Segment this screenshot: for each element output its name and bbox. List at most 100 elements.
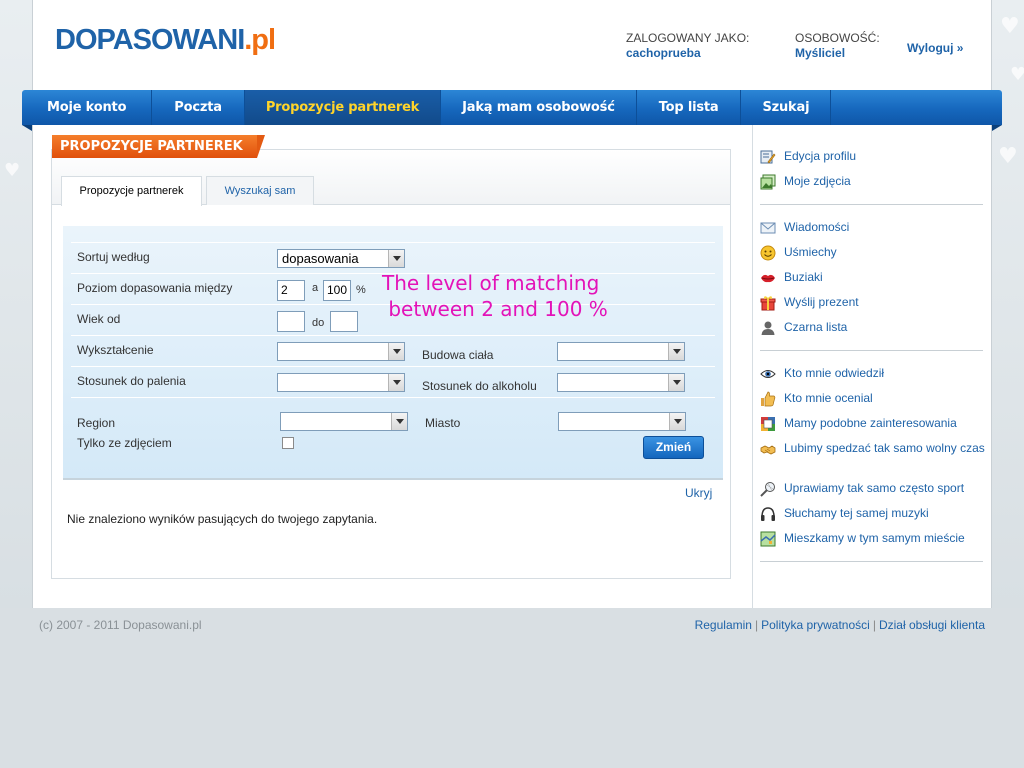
city-label: Miasto xyxy=(425,416,461,430)
heart-decoration-icon: ♥ xyxy=(1010,64,1024,85)
sidebar-item-sport[interactable]: Uprawiamy tak samo często sport xyxy=(760,481,985,497)
nav-top-lista[interactable]: Top lista xyxy=(637,90,742,125)
logout-link[interactable]: Wyloguj » xyxy=(907,41,963,55)
sidebar-item-my-photos[interactable]: Moje zdjęcia xyxy=(760,174,985,190)
divider xyxy=(71,366,715,367)
sidebar-item-smiles[interactable]: Uśmiechy xyxy=(760,245,985,261)
logged-as-label: ZALOGOWANY JAKO: xyxy=(626,31,750,45)
smoking-select[interactable] xyxy=(277,373,405,392)
sidebar-item-label: Mamy podobne zainteresowania xyxy=(784,416,957,430)
sidebar-item-kisses[interactable]: Buziaki xyxy=(760,270,985,286)
smoking-label: Stosunek do palenia xyxy=(77,374,186,388)
body-select[interactable] xyxy=(557,342,685,361)
apply-filters-button[interactable]: Zmień xyxy=(643,436,704,459)
tab-propozycje[interactable]: Propozycje partnerek xyxy=(61,176,202,206)
level-label: Poziom dopasowania między xyxy=(77,281,233,295)
education-select[interactable] xyxy=(277,342,405,361)
sidebar-item-label: Uprawiamy tak samo często sport xyxy=(784,481,965,495)
nav-szukaj[interactable]: Szukaj xyxy=(741,90,832,125)
city-select[interactable] xyxy=(558,412,686,431)
sidebar-item-label: Moje zdjęcia xyxy=(784,174,851,188)
nav-moje-konto[interactable]: Moje konto xyxy=(22,90,153,125)
section-title: PROPOZYCJE PARTNEREK xyxy=(52,135,265,158)
sidebar-item-label: Kto mnie ocenial xyxy=(784,391,873,405)
sidebar-item-who-rated[interactable]: Kto mnie ocenial xyxy=(760,391,985,407)
age-to-label: do xyxy=(312,317,325,329)
education-label: Wykształcenie xyxy=(77,343,154,357)
sort-label: Sortuj według xyxy=(77,250,150,264)
sidebar-item-label: Słuchamy tej samej muzyki xyxy=(784,506,929,520)
annotation-overlay: The level of matching between 2 and 100 … xyxy=(382,271,608,321)
level-unit-label: % xyxy=(356,284,366,296)
sidebar-item-edit-profile[interactable]: Edycja profilu xyxy=(760,149,985,165)
divider xyxy=(71,242,715,243)
logo-text: DOPASOWANI xyxy=(55,24,245,56)
puzzle-icon xyxy=(760,416,776,432)
sidebar-separator xyxy=(760,350,983,351)
heart-decoration-icon: ♥ xyxy=(998,144,1018,169)
chevron-down-icon xyxy=(669,413,685,430)
sidebar-item-similar-interests[interactable]: Mamy podobne zainteresowania xyxy=(760,416,985,432)
sidebar-item-label: Mieszkamy w tym samym mieście xyxy=(784,531,965,545)
eye-icon xyxy=(760,366,776,382)
sidebar-item-label: Wiadomości xyxy=(784,220,850,234)
level-from-input[interactable]: 2 xyxy=(277,280,305,301)
sidebar-separator xyxy=(760,561,983,562)
headphones-icon xyxy=(760,506,776,522)
age-from-input[interactable] xyxy=(277,311,305,332)
personality-value[interactable]: Myśliciel xyxy=(795,46,845,60)
divider xyxy=(71,397,715,398)
tab-wyszukaj-sam[interactable]: Wyszukaj sam xyxy=(206,176,314,205)
nav-osobowosc[interactable]: Jaką mam osobowość xyxy=(441,90,637,125)
smiley-icon xyxy=(760,245,776,261)
divider xyxy=(71,335,715,336)
region-select[interactable] xyxy=(280,412,408,431)
no-results-message: Nie znaleziono wyników pasujących do two… xyxy=(67,512,378,526)
heart-decoration-icon: ♥ xyxy=(4,160,21,181)
map-icon xyxy=(760,531,776,547)
heart-decoration-icon: ♥ xyxy=(1000,14,1020,39)
sidebar-item-label: Uśmiechy xyxy=(784,245,837,259)
sidebar-item-who-visited[interactable]: Kto mnie odwiedził xyxy=(760,366,985,382)
footer-link-support[interactable]: Dział obsługi klienta xyxy=(879,618,985,632)
sidebar-item-label: Lubimy spedzać tak samo wolny czas xyxy=(784,441,985,455)
sidebar-item-label: Edycja profilu xyxy=(784,149,857,163)
alcohol-select[interactable] xyxy=(557,373,685,392)
photo-only-label: Tylko ze zdjęciem xyxy=(77,436,172,450)
sidebar-item-messages[interactable]: Wiadomości xyxy=(760,220,985,236)
footer-link-terms[interactable]: Regulamin xyxy=(695,618,752,632)
region-label: Region xyxy=(77,416,116,430)
sidebar-item-label: Kto mnie odwiedził xyxy=(784,366,885,380)
level-and-label: a xyxy=(312,282,319,294)
footer-link-privacy[interactable]: Polityka prywatności xyxy=(761,618,870,632)
hide-filters-link[interactable]: Ukryj xyxy=(685,486,712,500)
sidebar-item-same-city[interactable]: Mieszkamy w tym samym mieście xyxy=(760,531,985,547)
nav-poczta[interactable]: Poczta xyxy=(152,90,245,125)
age-label: Wiek od xyxy=(77,312,121,326)
level-to-input[interactable]: 100 xyxy=(323,280,351,301)
chevron-down-icon xyxy=(391,413,407,430)
filter-form: Sortuj według dopasowania Poziom dopasow… xyxy=(63,226,723,480)
sidebar-item-send-gift[interactable]: Wyślij prezent xyxy=(760,295,985,311)
sidebar-item-blacklist[interactable]: Czarna lista xyxy=(760,320,985,336)
envelope-icon xyxy=(760,220,776,236)
chevron-down-icon xyxy=(668,343,684,360)
edit-profile-icon xyxy=(760,149,776,165)
username[interactable]: cachoprueba xyxy=(626,46,701,60)
photo-only-checkbox[interactable] xyxy=(282,437,294,449)
thumbs-up-icon xyxy=(760,391,776,407)
tabs-bar: Propozycje partnerek Wyszukaj sam xyxy=(52,150,730,206)
age-to-input[interactable] xyxy=(330,311,358,332)
alcohol-label: Stosunek do alkoholu xyxy=(422,379,537,393)
chevron-down-icon xyxy=(668,374,684,391)
photos-icon xyxy=(760,174,776,190)
sidebar-item-label: Wyślij prezent xyxy=(784,295,859,309)
nav-propozycje-partnerek[interactable]: Propozycje partnerek xyxy=(244,90,442,125)
main-nav: Moje konto Poczta Propozycje partnerek J… xyxy=(22,90,1002,131)
site-logo[interactable]: DOPASOWANI.pl xyxy=(55,24,276,57)
sort-select[interactable]: dopasowania xyxy=(277,249,405,268)
footer-separator: | xyxy=(872,618,876,632)
sidebar-item-music[interactable]: Słuchamy tej samej muzyki xyxy=(760,506,985,522)
racket-icon xyxy=(760,481,776,497)
sidebar-item-free-time[interactable]: Lubimy spedzać tak samo wolny czas xyxy=(760,441,985,457)
